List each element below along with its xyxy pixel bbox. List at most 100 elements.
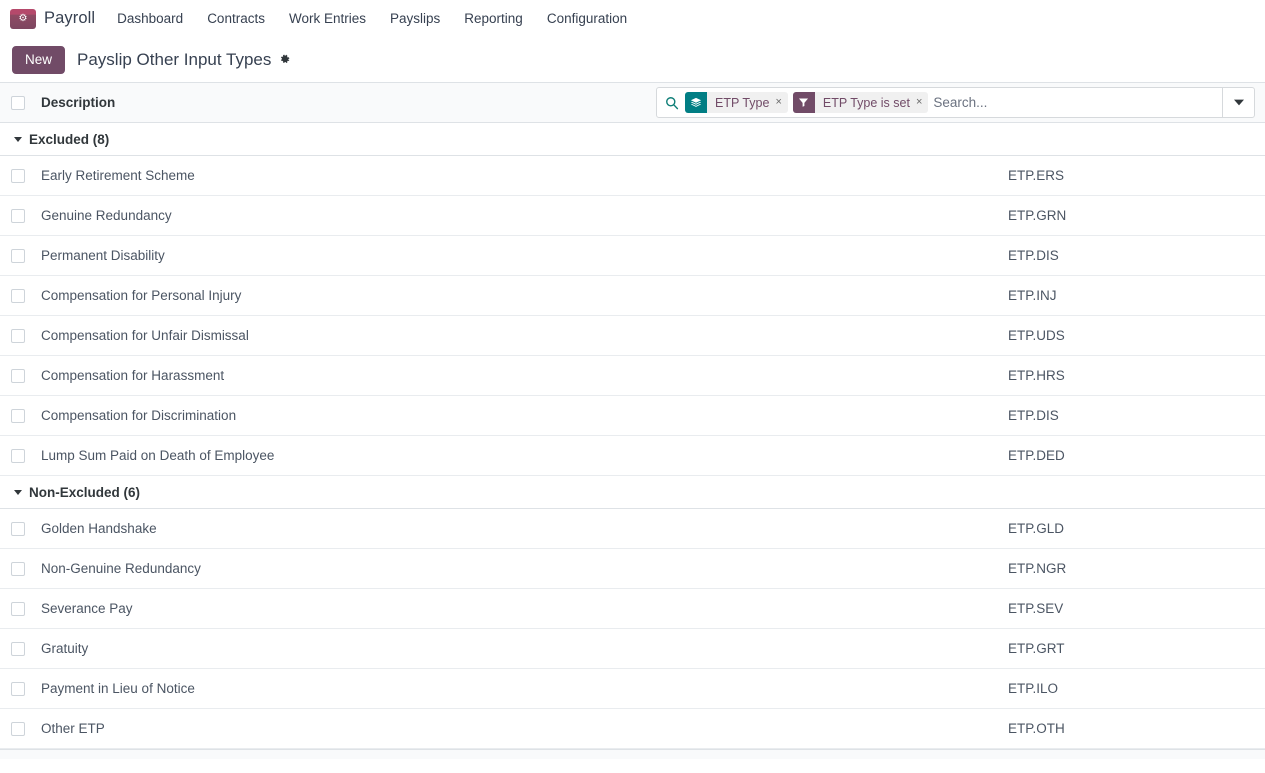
group-label: Excluded (8) (29, 132, 109, 147)
cell-code: ETP.NGR (1003, 549, 1265, 589)
control-panel: New Payslip Other Input Types (0, 37, 1265, 82)
new-button[interactable]: New (12, 46, 65, 74)
group-row[interactable]: Excluded (8) (0, 123, 1265, 156)
nav-item-dashboard[interactable]: Dashboard (105, 0, 195, 37)
cell-code: ETP.ILO (1003, 669, 1265, 709)
caret-down-icon[interactable] (14, 137, 22, 142)
facet-body: ETP Type is set × (815, 92, 929, 113)
row-checkbox[interactable] (11, 369, 25, 383)
search-icon (665, 96, 679, 110)
row-select-cell[interactable] (0, 236, 36, 276)
cell-description: Severance Pay (36, 589, 1003, 629)
select-all-checkbox[interactable] (11, 96, 25, 110)
row-checkbox[interactable] (11, 209, 25, 223)
top-navbar: ⚙ Payroll DashboardContractsWork Entries… (0, 0, 1265, 37)
table-row[interactable]: Compensation for DiscriminationETP.DIS (0, 396, 1265, 436)
table-row[interactable]: GratuityETP.GRT (0, 629, 1265, 669)
row-select-cell[interactable] (0, 356, 36, 396)
facet-remove-icon[interactable]: × (916, 97, 922, 108)
row-select-cell[interactable] (0, 589, 36, 629)
search-facet-groupby[interactable]: ETP Type × (685, 92, 788, 113)
cell-code: ETP.DIS (1003, 396, 1265, 436)
payroll-app-logo-icon: ⚙ (10, 9, 36, 29)
search-input-area[interactable]: ETP Type × ETP Type is set × (657, 88, 1222, 117)
cell-description: Compensation for Unfair Dismissal (36, 316, 1003, 356)
row-checkbox[interactable] (11, 682, 25, 696)
cell-code: ETP.OTH (1003, 709, 1265, 749)
table-row[interactable]: Golden HandshakeETP.GLD (0, 509, 1265, 549)
table-row[interactable]: Payment in Lieu of NoticeETP.ILO (0, 669, 1265, 709)
caret-down-icon[interactable] (14, 490, 22, 495)
cell-code: ETP.UDS (1003, 316, 1265, 356)
row-select-cell[interactable] (0, 509, 36, 549)
row-select-cell[interactable] (0, 629, 36, 669)
nav-item-contracts[interactable]: Contracts (195, 0, 277, 37)
row-checkbox[interactable] (11, 722, 25, 736)
gear-icon[interactable] (278, 53, 291, 66)
row-checkbox[interactable] (11, 522, 25, 536)
cell-description: Compensation for Harassment (36, 356, 1003, 396)
search-view: ETP Type × ETP Type is set × (656, 87, 1255, 118)
cell-code: ETP.GLD (1003, 509, 1265, 549)
search-dropdown-toggle[interactable] (1222, 88, 1254, 117)
row-select-cell[interactable] (0, 549, 36, 589)
row-checkbox[interactable] (11, 329, 25, 343)
cell-description: Permanent Disability (36, 236, 1003, 276)
cell-description: Early Retirement Scheme (36, 156, 1003, 196)
row-select-cell[interactable] (0, 396, 36, 436)
table-row[interactable]: Compensation for HarassmentETP.HRS (0, 356, 1265, 396)
table-row[interactable]: Other ETPETP.OTH (0, 709, 1265, 749)
row-checkbox[interactable] (11, 409, 25, 423)
cell-description: Payment in Lieu of Notice (36, 669, 1003, 709)
table-row[interactable]: Severance PayETP.SEV (0, 589, 1265, 629)
row-select-cell[interactable] (0, 669, 36, 709)
list-view: Description Code Excluded (8)Early Retir… (0, 82, 1265, 759)
group-header-cell[interactable]: Excluded (8) (0, 123, 1265, 156)
facet-label: ETP Type is set (823, 96, 910, 110)
row-checkbox[interactable] (11, 169, 25, 183)
cell-code: ETP.DED (1003, 436, 1265, 476)
cell-code: ETP.HRS (1003, 356, 1265, 396)
nav-item-reporting[interactable]: Reporting (452, 0, 535, 37)
cell-description: Other ETP (36, 709, 1003, 749)
app-brand-payroll[interactable]: ⚙ Payroll (8, 0, 105, 37)
search-facet-filter[interactable]: ETP Type is set × (793, 92, 929, 113)
table-row[interactable]: Compensation for Unfair DismissalETP.UDS (0, 316, 1265, 356)
filter-funnel-icon (793, 92, 815, 113)
group-label: Non-Excluded (6) (29, 485, 140, 500)
layers-icon (685, 92, 707, 113)
row-select-cell[interactable] (0, 196, 36, 236)
row-checkbox[interactable] (11, 249, 25, 263)
row-checkbox[interactable] (11, 562, 25, 576)
table-row[interactable]: Non-Genuine RedundancyETP.NGR (0, 549, 1265, 589)
cell-description: Compensation for Discrimination (36, 396, 1003, 436)
group-row[interactable]: Non-Excluded (6) (0, 476, 1265, 509)
facet-remove-icon[interactable]: × (775, 97, 781, 108)
row-checkbox[interactable] (11, 642, 25, 656)
cell-code: ETP.DIS (1003, 236, 1265, 276)
table-body: Excluded (8) Early Retirement SchemeETP.E… (0, 123, 1265, 749)
row-select-cell[interactable] (0, 709, 36, 749)
row-checkbox[interactable] (11, 602, 25, 616)
nav-item-work-entries[interactable]: Work Entries (277, 0, 378, 37)
row-select-cell[interactable] (0, 436, 36, 476)
table-row[interactable]: Lump Sum Paid on Death of EmployeeETP.DE… (0, 436, 1265, 476)
search-input[interactable] (933, 95, 1216, 110)
row-select-cell[interactable] (0, 316, 36, 356)
row-select-cell[interactable] (0, 276, 36, 316)
table-row[interactable]: Early Retirement SchemeETP.ERS (0, 156, 1265, 196)
row-checkbox[interactable] (11, 289, 25, 303)
nav-item-configuration[interactable]: Configuration (535, 0, 639, 37)
group-header-cell[interactable]: Non-Excluded (6) (0, 476, 1265, 509)
cell-description: Non-Genuine Redundancy (36, 549, 1003, 589)
nav-item-payslips[interactable]: Payslips (378, 0, 452, 37)
row-checkbox[interactable] (11, 449, 25, 463)
table-row[interactable]: Genuine RedundancyETP.GRN (0, 196, 1265, 236)
cell-description: Gratuity (36, 629, 1003, 669)
page-title: Payslip Other Input Types (77, 50, 271, 70)
table-row[interactable]: Compensation for Personal InjuryETP.INJ (0, 276, 1265, 316)
row-select-cell[interactable] (0, 156, 36, 196)
table-row[interactable]: Permanent DisabilityETP.DIS (0, 236, 1265, 276)
list-footer (0, 749, 1265, 759)
select-all-header[interactable] (0, 83, 36, 123)
